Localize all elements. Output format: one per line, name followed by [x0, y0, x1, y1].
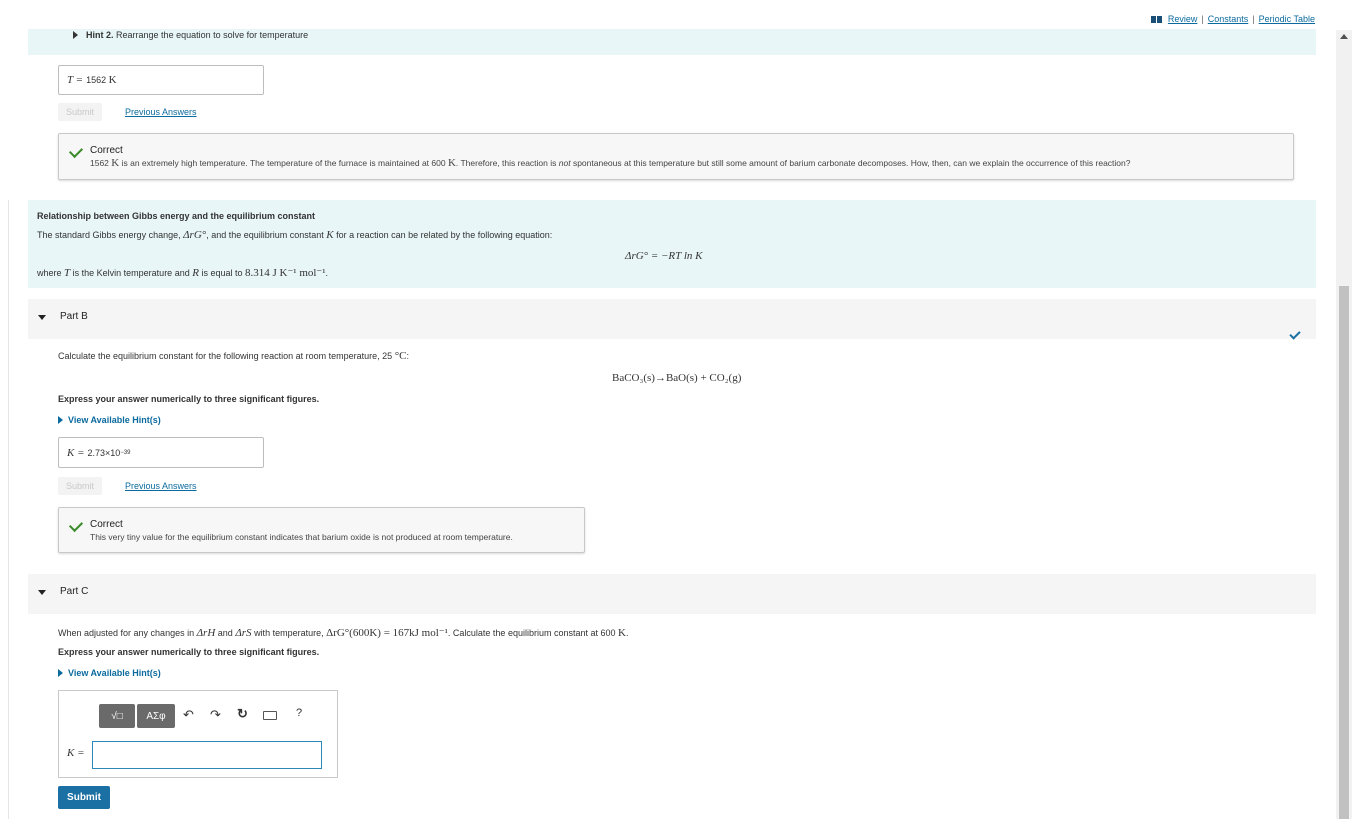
- part-c-answer-input[interactable]: [92, 741, 322, 769]
- expand-arrow-icon: [58, 669, 63, 677]
- undo-icon[interactable]: ↶: [183, 707, 194, 723]
- part-c-question: When adjusted for any changes in ΔrH and…: [58, 627, 629, 639]
- answer-value: 1562: [86, 75, 107, 85]
- part-a-submit-button[interactable]: Submit: [58, 103, 103, 121]
- part-b-header[interactable]: Part B: [28, 299, 1316, 339]
- answer-label: K =: [67, 446, 85, 459]
- expand-arrow-icon: [58, 416, 63, 424]
- feedback-title: Correct: [90, 145, 123, 156]
- part-a-feedback: Correct 1562 K is an extremely high temp…: [58, 133, 1294, 180]
- review-link[interactable]: Review: [1168, 14, 1198, 24]
- part-c-label: Part C: [60, 586, 89, 597]
- hint-2-toggle[interactable]: Hint 2. Rearrange the equation to solve …: [73, 30, 308, 40]
- templates-button[interactable]: √□: [99, 704, 135, 728]
- vertical-scrollbar[interactable]: [1336, 30, 1352, 819]
- answer-value: 2.73×10: [87, 447, 121, 458]
- part-b-answer-box: K = 2.73×10 −39: [58, 437, 264, 468]
- greek-symbols-button[interactable]: ΑΣφ: [137, 704, 175, 728]
- top-links: Review | Constants | Periodic Table: [1150, 14, 1315, 24]
- collapse-arrow-icon: [38, 590, 46, 595]
- constants-link[interactable]: Constants: [1208, 14, 1249, 24]
- answer-label: T =: [67, 74, 84, 86]
- redo-icon[interactable]: ↷: [210, 707, 221, 723]
- scroll-thumb[interactable]: [1339, 286, 1349, 819]
- part-b-label: Part B: [60, 311, 88, 322]
- answer-unit: K: [108, 74, 117, 86]
- book-icon: [1150, 15, 1162, 23]
- part-a-previous-answers-link[interactable]: Previous Answers: [125, 107, 197, 117]
- part-b-question: Calculate the equilibrium constant for t…: [58, 350, 409, 362]
- answer-label: K =: [67, 747, 85, 759]
- part-c-instruction: Express your answer numerically to three…: [58, 647, 320, 657]
- separator: |: [1252, 14, 1255, 24]
- collapse-arrow-icon: [38, 315, 46, 320]
- part-b-previous-answers-link[interactable]: Previous Answers: [125, 481, 197, 491]
- feedback-text: This very tiny value for the equilibrium…: [90, 532, 513, 542]
- part-b-view-hints[interactable]: View Available Hint(s): [58, 415, 161, 425]
- separator: |: [1201, 14, 1204, 24]
- content-border: [8, 200, 9, 819]
- answer-exponent: −39: [120, 449, 131, 456]
- relationship-where: where T is the Kelvin temperature and R …: [37, 267, 329, 279]
- hint-number: Hint 2.: [86, 30, 114, 40]
- relationship-intro: The standard Gibbs energy change, ΔrG°, …: [37, 229, 553, 241]
- scroll-up-arrow-icon[interactable]: [1340, 34, 1348, 39]
- feedback-text: 1562 K is an extremely high temperature.…: [90, 157, 1131, 169]
- periodic-table-link[interactable]: Periodic Table: [1259, 14, 1315, 24]
- feedback-title: Correct: [90, 519, 123, 530]
- part-a-answer-box: T = 1562 K: [58, 65, 264, 95]
- expand-arrow-icon: [73, 31, 78, 39]
- check-icon: [68, 143, 84, 159]
- part-c-submit-button[interactable]: Submit: [58, 786, 110, 809]
- part-b-submit-button[interactable]: Submit: [58, 477, 103, 495]
- hint-text: Rearrange the equation to solve for temp…: [116, 30, 309, 40]
- part-c-header[interactable]: Part C: [28, 574, 1316, 614]
- gibbs-equation: ΔrG° = −RT ln K: [625, 250, 703, 262]
- part-c-view-hints[interactable]: View Available Hint(s): [58, 668, 161, 678]
- help-icon[interactable]: ?: [296, 707, 302, 719]
- reset-icon[interactable]: ↻: [237, 706, 248, 722]
- part-b-instruction: Express your answer numerically to three…: [58, 394, 320, 404]
- check-icon: [68, 517, 84, 533]
- relationship-title: Relationship between Gibbs energy and th…: [37, 211, 316, 221]
- part-b-feedback: Correct This very tiny value for the equ…: [58, 507, 585, 553]
- part-b-reaction: BaCO₃(s)→BaO(s) + CO₂(g): [612, 372, 742, 384]
- keyboard-icon[interactable]: [263, 711, 277, 720]
